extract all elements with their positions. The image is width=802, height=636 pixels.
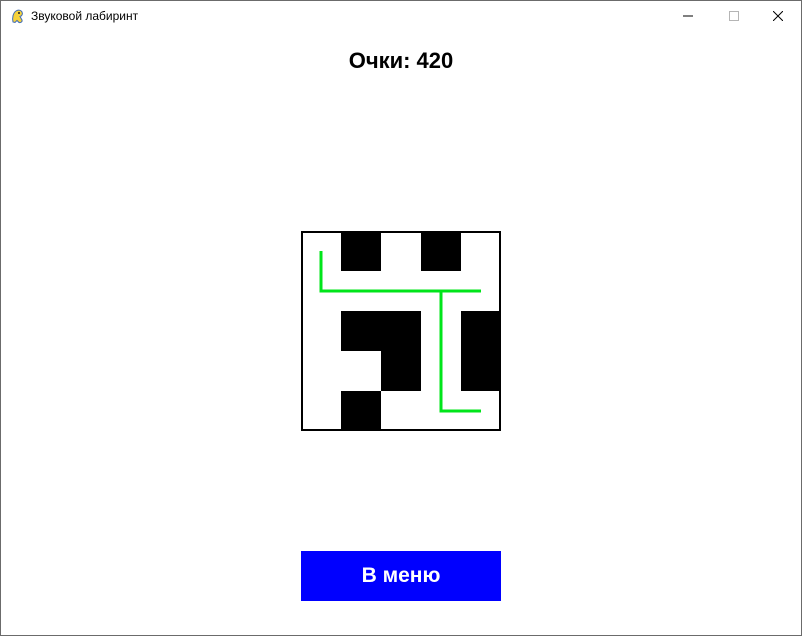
maze-wall-cell [381, 351, 421, 391]
maze-wall-cell [341, 311, 381, 351]
maze-wall-cell [341, 391, 381, 431]
maze-wall-cell [341, 231, 381, 271]
game-window: Звуковой лабиринт Очки: 420 В меню [0, 0, 802, 636]
maze-grid [301, 231, 501, 431]
maximize-button[interactable] [711, 1, 757, 31]
back-to-menu-button[interactable]: В меню [301, 551, 501, 601]
maze-wall-cell [461, 311, 501, 351]
maximize-icon [729, 11, 739, 21]
maze-wall-cell [421, 231, 461, 271]
minimize-button[interactable] [665, 1, 711, 31]
window-title: Звуковой лабиринт [31, 9, 139, 23]
close-icon [773, 11, 783, 21]
maze-wall-cell [381, 311, 421, 351]
title-bar[interactable]: Звуковой лабиринт [1, 1, 801, 31]
minimize-icon [683, 15, 693, 17]
pygame-snake-icon [10, 8, 26, 24]
score-label: Очки: 420 [348, 48, 454, 73]
close-button[interactable] [755, 1, 801, 31]
maze-wall-cell [461, 351, 501, 391]
